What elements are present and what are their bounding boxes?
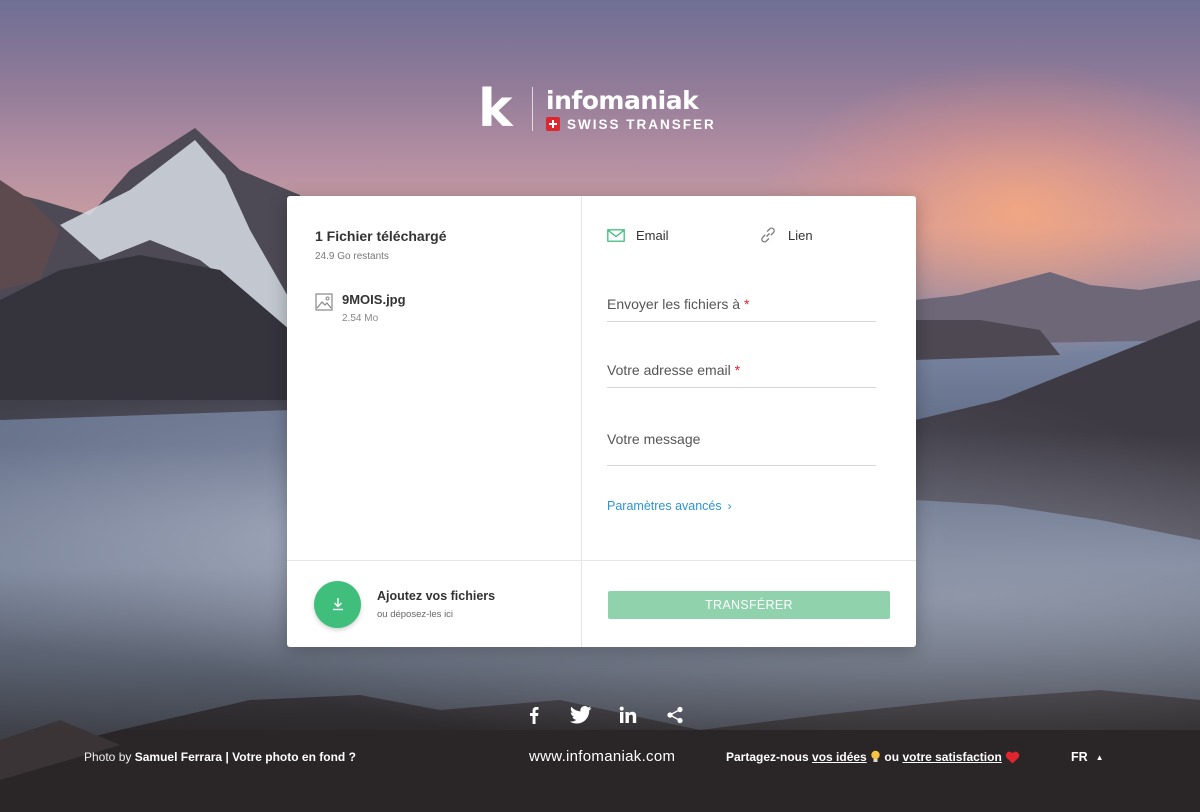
language-selector[interactable]: FR ▲: [1071, 750, 1104, 764]
transfer-form: Email Lien Envoyer les fichiers à * Votr…: [582, 196, 916, 647]
linkedin-icon[interactable]: [616, 704, 640, 726]
infomaniak-logo[interactable]: k infomaniak SWISS TRANSFER: [478, 79, 716, 139]
swiss-flag-icon: [546, 117, 560, 131]
tab-email-label: Email: [636, 227, 669, 243]
ideas-link[interactable]: vos idées: [812, 750, 867, 764]
tab-link[interactable]: Lien: [759, 226, 813, 244]
credit-author[interactable]: Samuel Ferrara: [135, 750, 222, 764]
transfer-button[interactable]: TRANSFÉRER: [608, 591, 890, 619]
add-files-title: Ajoutez vos fichiers: [377, 588, 496, 603]
required-mark: *: [734, 362, 741, 378]
site-link[interactable]: www.infomaniak.com: [529, 748, 675, 765]
files-count-title: 1 Fichier téléchargé: [315, 228, 447, 244]
message-field[interactable]: Votre message: [607, 431, 876, 466]
photo-credit: Photo by Samuel Ferrara | Votre photo en…: [84, 750, 356, 764]
credit-separator: |: [225, 750, 229, 764]
recipients-label: Envoyer les fichiers à: [607, 296, 741, 312]
logo-letter: k: [478, 79, 513, 139]
transfer-card: 1 Fichier téléchargé 24.9 Go restants 9M…: [287, 196, 916, 647]
add-files-subtitle: ou déposez-les ici: [377, 608, 454, 620]
file-item[interactable]: 9MOIS.jpg 2.54 Mo: [315, 292, 406, 324]
recipients-field[interactable]: Envoyer les fichiers à *: [607, 296, 876, 322]
twitter-icon[interactable]: [569, 704, 593, 726]
sender-email-field[interactable]: Votre adresse email *: [607, 362, 876, 388]
background-photo-link[interactable]: Votre photo en fond ?: [232, 750, 356, 764]
add-files-button[interactable]: [314, 580, 361, 628]
advanced-settings-link[interactable]: Paramètres avancés ›: [607, 499, 732, 513]
files-panel: 1 Fichier téléchargé 24.9 Go restants 9M…: [287, 196, 582, 647]
language-label: FR: [1071, 750, 1088, 764]
credit-prefix: Photo by: [84, 750, 132, 764]
satisfaction-link[interactable]: votre satisfaction: [902, 750, 1001, 764]
transfer-mode-tabs: Email Lien: [607, 226, 813, 244]
brand-name: infomaniak: [546, 85, 699, 115]
lightbulb-icon: [871, 750, 880, 762]
tab-link-label: Lien: [788, 227, 813, 243]
logo-divider: [532, 87, 533, 131]
file-name: 9MOIS.jpg: [342, 292, 406, 307]
add-files-area[interactable]: Ajoutez vos fichiers ou déposez-les ici: [287, 560, 581, 647]
facebook-icon[interactable]: [522, 704, 546, 726]
envelope-icon: [607, 228, 625, 242]
social-links: [522, 704, 710, 726]
sender-email-label: Votre adresse email: [607, 362, 731, 378]
share-prefix: Partagez-nous: [726, 750, 809, 764]
link-icon: [761, 227, 775, 243]
file-size: 2.54 Mo: [342, 313, 379, 324]
caret-up-icon: ▲: [1095, 752, 1104, 762]
feedback-links: Partagez-nous vos idées ou votre satisfa…: [726, 750, 1020, 764]
product-name: SWISS TRANSFER: [567, 116, 716, 132]
heart-icon: [1005, 751, 1020, 764]
image-icon: [315, 293, 333, 311]
share-icon[interactable]: [663, 704, 687, 726]
download-icon: [332, 598, 343, 611]
advanced-settings-label: Paramètres avancés: [607, 499, 722, 513]
tab-email[interactable]: Email: [607, 228, 759, 243]
chevron-right-icon: ›: [727, 499, 732, 513]
share-mid: ou: [884, 750, 900, 764]
message-label: Votre message: [607, 431, 701, 447]
remaining-space: 24.9 Go restants: [315, 251, 389, 262]
form-actions: TRANSFÉRER: [582, 560, 916, 647]
required-mark: *: [743, 296, 750, 312]
